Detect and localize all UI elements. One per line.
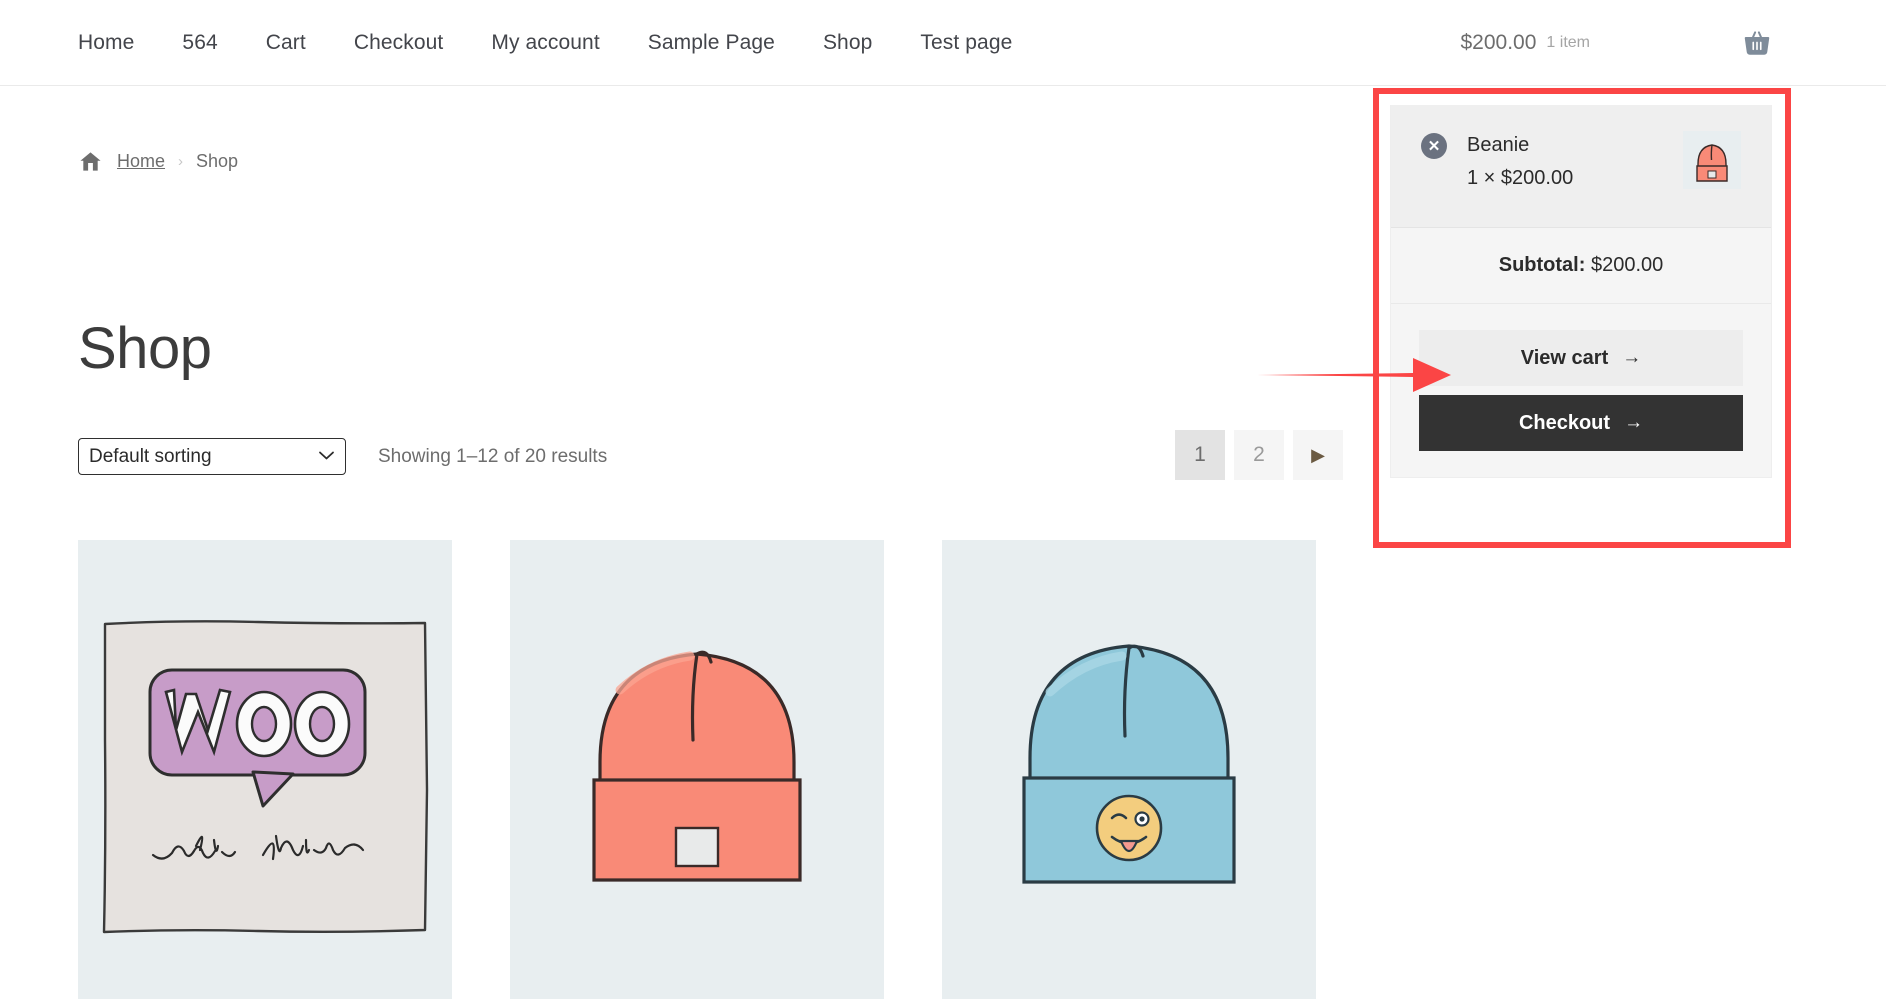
breadcrumb-current: Shop bbox=[196, 151, 239, 171]
chevron-down-icon bbox=[318, 448, 335, 465]
mini-cart-actions: View cart → Checkout → bbox=[1391, 304, 1771, 477]
product-grid bbox=[78, 540, 1316, 999]
breadcrumb-home-link[interactable]: Home bbox=[117, 151, 165, 172]
product-card-beanie-salmon[interactable] bbox=[510, 540, 884, 999]
page-title: Shop bbox=[78, 316, 212, 381]
breadcrumb-separator-icon: › bbox=[178, 153, 184, 170]
nav-item-my-account[interactable]: My account bbox=[467, 31, 623, 55]
mini-cart-item-details: Beanie 1 × $200.00 bbox=[1467, 131, 1683, 190]
remove-item-icon[interactable]: ✕ bbox=[1421, 133, 1447, 159]
pagination: 1 2 ▶ bbox=[1175, 430, 1343, 480]
nav-item-checkout[interactable]: Checkout bbox=[330, 31, 468, 55]
header-cart-link[interactable]: $200.00 1 item bbox=[1461, 0, 1886, 86]
pagination-page-2[interactable]: 2 bbox=[1234, 430, 1284, 480]
mini-cart-dropdown: ✕ Beanie 1 × $200.00 Subtotal: $200.00 V… bbox=[1390, 105, 1772, 478]
shopping-basket-icon[interactable] bbox=[1742, 28, 1772, 58]
beanie-salmon-image bbox=[510, 540, 884, 999]
nav-item-home[interactable]: Home bbox=[78, 31, 158, 55]
mini-cart-item: ✕ Beanie 1 × $200.00 bbox=[1391, 105, 1771, 228]
mini-cart-item-thumbnail[interactable] bbox=[1683, 131, 1741, 189]
main-navigation: Home 564 Cart Checkout My account Sample… bbox=[78, 0, 1036, 86]
pagination-next-icon[interactable]: ▶ bbox=[1293, 430, 1343, 480]
arrow-right-icon: → bbox=[1624, 412, 1644, 433]
checkout-button[interactable]: Checkout → bbox=[1419, 395, 1743, 451]
mini-cart-item-name[interactable]: Beanie bbox=[1467, 131, 1683, 159]
header-cart-count: 1 item bbox=[1546, 34, 1590, 51]
pagination-page-1[interactable]: 1 bbox=[1175, 430, 1225, 480]
nav-item-564[interactable]: 564 bbox=[158, 31, 241, 55]
mini-cart-subtotal-value: $200.00 bbox=[1590, 254, 1664, 276]
product-card-woo-album[interactable] bbox=[78, 540, 452, 999]
arrow-right-icon: → bbox=[1622, 347, 1642, 368]
nav-item-test-page[interactable]: Test page bbox=[896, 31, 1036, 55]
nav-item-sample-page[interactable]: Sample Page bbox=[624, 31, 799, 55]
result-count: Showing 1–12 of 20 results bbox=[378, 445, 608, 467]
product-card-beanie-blue[interactable] bbox=[942, 540, 1316, 999]
shop-page: Home 564 Cart Checkout My account Sample… bbox=[0, 0, 1886, 999]
breadcrumb: Home › Shop bbox=[78, 150, 238, 173]
view-cart-button-label: View cart bbox=[1520, 346, 1609, 369]
mini-cart-subtotal-label: Subtotal: bbox=[1498, 254, 1586, 276]
beanie-blue-image bbox=[942, 540, 1316, 999]
header-cart-amount: $200.00 bbox=[1460, 31, 1537, 54]
nav-item-shop[interactable]: Shop bbox=[799, 31, 896, 55]
sorting-select[interactable]: Default sorting bbox=[78, 438, 346, 475]
home-icon[interactable] bbox=[78, 150, 103, 173]
mini-cart-subtotal: Subtotal: $200.00 bbox=[1391, 228, 1771, 304]
nav-item-cart[interactable]: Cart bbox=[242, 31, 330, 55]
view-cart-button[interactable]: View cart → bbox=[1419, 330, 1743, 386]
woo-album-cover-image bbox=[78, 540, 452, 999]
sorting-select-value: Default sorting bbox=[89, 445, 212, 467]
site-header: Home 564 Cart Checkout My account Sample… bbox=[0, 0, 1886, 86]
checkout-button-label: Checkout bbox=[1518, 411, 1611, 434]
beanie-thumbnail-image bbox=[1683, 131, 1741, 189]
shop-toolbar: Default sorting Showing 1–12 of 20 resul… bbox=[78, 438, 607, 475]
mini-cart-item-price: 1 × $200.00 bbox=[1467, 167, 1574, 189]
